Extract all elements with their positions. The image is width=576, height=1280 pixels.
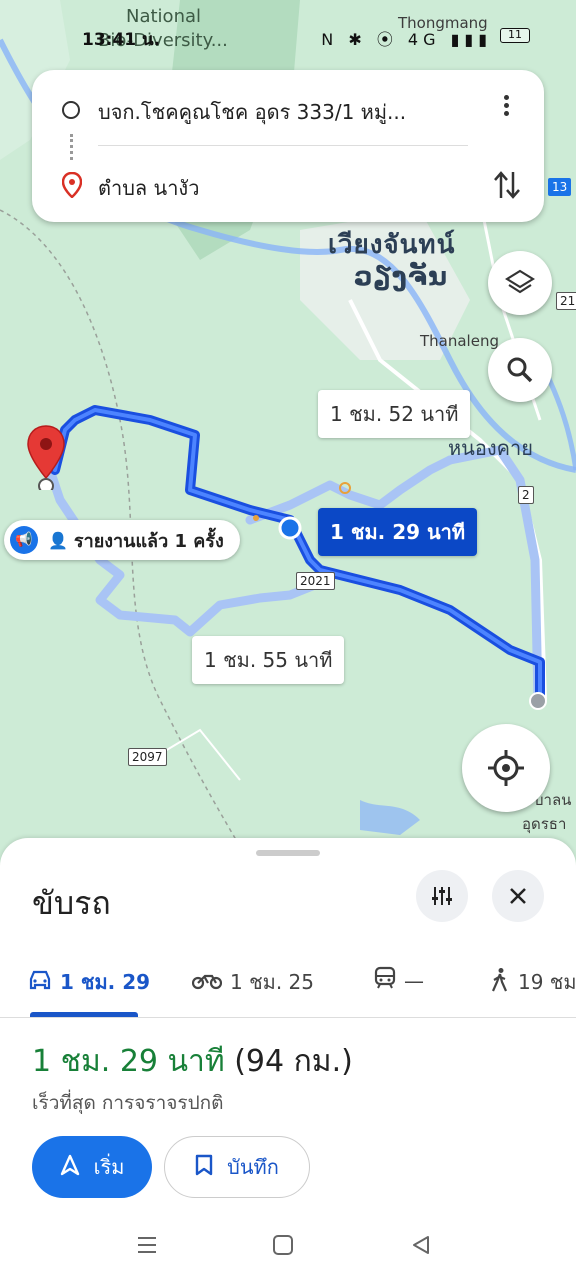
tab-walk-label: 19 ชม — [518, 970, 576, 994]
route-summary: เร็วที่สุด การจราจรปกติ — [32, 1092, 224, 1114]
map-label-vientiane: เวียงจันทน์ — [328, 230, 456, 260]
route-time-alt-1[interactable]: 1 ชม. 52 นาที — [318, 390, 471, 438]
motorcycle-icon — [191, 970, 223, 995]
route-time-selected[interactable]: 1 ชม. 29 นาที — [318, 508, 478, 556]
bookmark-icon — [195, 1154, 213, 1181]
back-icon[interactable] — [410, 1234, 432, 1262]
tune-icon — [432, 887, 452, 905]
map-label-thanaleng: Thanaleng — [420, 332, 499, 350]
road-shield-13: 13 — [548, 178, 572, 196]
tab-transit-label: — — [404, 968, 424, 993]
save-route-button[interactable]: บันทึก — [164, 1136, 310, 1198]
start-button-label: เริ่ม — [93, 1155, 125, 1179]
divider — [98, 145, 468, 146]
more-options-button[interactable] — [492, 92, 520, 124]
origin-field[interactable]: บจก.โชคคูณโชค อุดร 333/1 หมู่... — [98, 96, 478, 128]
swap-direction-button[interactable] — [492, 168, 522, 204]
destination-field[interactable]: ตำบล นางัว — [98, 172, 199, 204]
recent-apps-icon[interactable] — [136, 1234, 158, 1262]
active-tab-indicator — [30, 1012, 138, 1017]
road-shield-212: 212 — [556, 292, 576, 310]
car-icon — [28, 969, 52, 996]
destination-pin-icon — [61, 171, 83, 202]
origin-pin-icon[interactable] — [26, 424, 66, 494]
home-icon[interactable] — [272, 1234, 294, 1262]
route-input-card: บจก.โชคคูณโชค อุดร 333/1 หมู่... ตำบล นา… — [32, 70, 544, 222]
layers-icon — [505, 269, 535, 294]
report-chip-label: รายงานแล้ว 1 ครั้ง — [73, 530, 224, 552]
search-along-route-button[interactable] — [488, 338, 552, 402]
close-button[interactable] — [492, 870, 544, 922]
route-distance: (94 กม.) — [234, 1044, 353, 1079]
road-shield-2021: 2021 — [296, 572, 335, 590]
status-time: 13:41 น. — [82, 30, 161, 50]
transit-icon — [374, 966, 396, 995]
route-options-button[interactable] — [416, 870, 468, 922]
route-time-alt-2[interactable]: 1 ชม. 55 นาที — [192, 636, 345, 684]
route-dots-icon — [70, 134, 73, 160]
tab-drive-label: 1 ชม. 29 — [60, 970, 151, 994]
megaphone-icon: 📢 — [10, 526, 38, 554]
origin-circle-icon — [62, 101, 80, 119]
walk-icon — [490, 967, 510, 998]
road-shield-2: 2 — [518, 486, 534, 504]
start-navigation-button[interactable]: เริ่ม — [32, 1136, 152, 1198]
swap-icon — [494, 171, 520, 199]
person-icon: 👤 — [48, 530, 68, 550]
tab-transit[interactable]: — — [374, 966, 424, 995]
sheet-title: ขับรถ — [32, 884, 111, 922]
layers-button[interactable] — [488, 251, 552, 315]
directions-bottom-sheet[interactable]: ขับรถ 1 ชม. 29 1 ชม. 25 — 19 ชม 1 ชม. 29… — [0, 838, 576, 1280]
tab-motorcycle-label: 1 ชม. 25 — [230, 970, 315, 994]
road-shield-2097: 2097 — [128, 748, 167, 766]
system-nav-bar — [0, 1222, 576, 1280]
navigation-arrow-icon — [60, 1154, 80, 1181]
sheet-drag-handle[interactable] — [256, 850, 320, 856]
travel-mode-tabs: 1 ชม. 29 1 ชม. 25 — 19 ชม — [0, 948, 576, 1018]
map-label-bottom-right-2: อุดรธา — [522, 815, 567, 833]
tab-drive[interactable]: 1 ชม. 29 — [28, 966, 150, 998]
route-duration-time: 1 ชม. 29 นาที — [32, 1044, 225, 1079]
map-canvas[interactable]: National Bio-Diversity... Thongmang เวีย… — [0, 0, 576, 880]
battery-icon: 11 — [500, 28, 530, 43]
search-icon — [507, 357, 533, 383]
traffic-report-chip[interactable]: 📢 👤 รายงานแล้ว 1 ครั้ง — [4, 520, 240, 560]
status-icons: N ✱ ⦿ 4G ▮▮▮ — [321, 30, 492, 49]
my-location-button[interactable] — [462, 724, 550, 812]
close-icon — [510, 888, 526, 904]
tab-walk[interactable]: 19 ชม — [490, 966, 576, 998]
map-label-vientiane-lao: ວຽງຈັນ — [354, 262, 449, 292]
save-button-label: บันทึก — [227, 1155, 279, 1179]
status-bar: 13:41 น. N ✱ ⦿ 4G ▮▮▮ 11 — [0, 22, 576, 54]
crosshair-icon — [488, 750, 524, 786]
route-duration: 1 ชม. 29 นาที (94 กม.) — [32, 1038, 353, 1085]
tab-motorcycle[interactable]: 1 ชม. 25 — [191, 966, 315, 998]
